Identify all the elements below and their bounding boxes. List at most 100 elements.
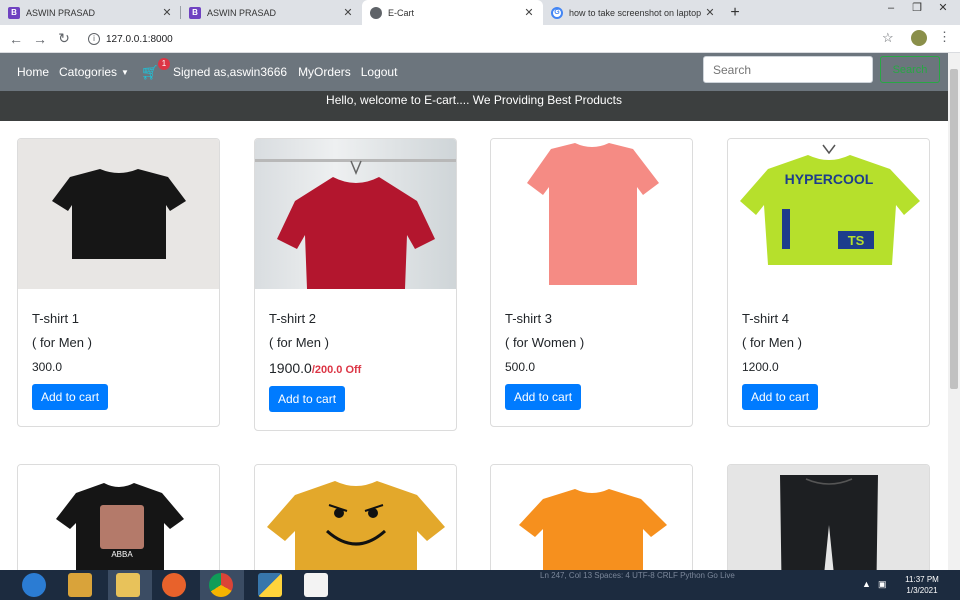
reload-icon[interactable]: ↻ [52,30,76,47]
product-name: T-shirt 4 [742,311,789,326]
tab-title: ASWIN PRASAD [26,7,96,18]
abba-print: ABBA [111,550,133,559]
tray-arrow-icon[interactable]: ▲ [862,579,871,589]
media-player-icon[interactable] [68,573,92,597]
close-icon[interactable]: ✕ [523,6,535,19]
browser-tab-4[interactable]: G how to take screenshot on laptop ✕ [543,0,724,25]
close-icon[interactable]: ✕ [704,6,716,19]
product-image: ABBA [18,465,219,570]
python-icon[interactable] [258,573,282,597]
windows-taskbar: Ln 247, Col 13 Spaces: 4 UTF-8 CRLF Pyth… [0,570,960,600]
product-image [255,465,456,570]
product-price: 1200.0 [742,360,779,374]
chrome-icon[interactable] [209,573,233,597]
notepad-icon[interactable] [304,573,328,597]
nav-categories-label: Catogories [59,65,118,79]
editor-status-bar: Ln 247, Col 13 Spaces: 4 UTF-8 CRLF Pyth… [540,571,735,580]
product-image: HYPERCOOL TS [728,139,929,289]
search-button[interactable]: Search [880,56,940,83]
product-card: ABBA [17,464,220,570]
product-image [491,465,692,570]
product-card [727,464,930,570]
product-card: T-shirt 3 ( for Women ) 500.0 Add to car… [490,138,693,427]
product-card [490,464,693,570]
search-input[interactable] [703,56,873,83]
caret-down-icon: ▼ [121,68,129,78]
profile-avatar[interactable] [911,30,927,46]
cart-count-badge: 1 [157,58,170,70]
restore-icon[interactable]: ❐ [904,0,930,20]
shopping-cart-icon: 🛒︎ [140,64,159,80]
address-bar: ← → ↻ i 127.0.0.1:8000 ☆ ⋮ [0,25,960,53]
close-icon[interactable]: ✕ [161,6,173,19]
globe-icon [370,6,382,19]
forward-icon[interactable]: → [28,31,52,47]
product-name: T-shirt 2 [269,311,316,326]
url-text: 127.0.0.1:8000 [106,33,173,45]
browser-tab-1[interactable]: B ASWIN PRASAD ✕ [0,0,181,25]
firefox-icon[interactable] [162,573,186,597]
bootstrap-icon: B [8,6,20,19]
close-icon[interactable]: ✕ [342,6,354,19]
scrollbar-thumb[interactable] [950,69,958,389]
product-card: T-shirt 1 ( for Men ) 300.0 Add to cart [17,138,220,427]
clock-date: 1/3/2021 [906,586,938,595]
url-field[interactable]: i 127.0.0.1:8000 [82,27,908,51]
product-gender: ( for Men ) [742,335,802,350]
internet-explorer-icon[interactable] [22,573,46,597]
product-name: T-shirt 3 [505,311,552,326]
nav-categories-dropdown[interactable]: Catogories ▼ [59,65,129,79]
nav-logout-link[interactable]: Logout [361,65,398,79]
product-name: T-shirt 1 [32,311,79,326]
browser-tab-2[interactable]: B ASWIN PRASAD ✕ [181,0,362,25]
product-price: 1900.0/200.0 Off [269,360,442,376]
product-gender: ( for Men ) [32,335,92,350]
product-image [491,139,692,289]
browser-tabstrip: B ASWIN PRASAD ✕ B ASWIN PRASAD ✕ E-Cart… [0,0,960,25]
clock[interactable]: 11:37 PM 1/3/2021 [900,574,944,596]
product-card [254,464,457,570]
minimize-icon[interactable]: – [878,0,904,20]
close-window-icon[interactable]: ✕ [930,0,956,20]
product-price: 500.0 [505,360,536,374]
ts-badge: TS [848,233,865,248]
clock-time: 11:37 PM [905,575,939,584]
product-card: HYPERCOOL TS T-shirt 4 ( for Men ) 1200.… [727,138,930,427]
product-card: T-shirt 2 ( for Men ) 1900.0/200.0 Off A… [254,138,457,431]
product-image [255,139,456,289]
product-image [728,465,929,570]
tab-title: how to take screenshot on laptop [569,7,702,18]
hypercool-print: HYPERCOOL [785,171,874,187]
welcome-banner: Hello, welcome to E-cart.... We Providin… [0,91,948,121]
more-menu-icon[interactable]: ⋮ [938,29,951,45]
page-scrollbar[interactable] [948,53,960,570]
product-grid: T-shirt 1 ( for Men ) 300.0 Add to cart … [0,121,948,570]
back-icon[interactable]: ← [4,31,28,47]
discount-text: /200.0 Off [311,364,362,376]
new-tab-button[interactable]: + [724,0,746,25]
bootstrap-icon: B [189,6,201,19]
add-to-cart-button[interactable]: Add to cart [32,384,109,410]
bookmark-star-icon[interactable]: ☆ [882,30,894,46]
google-icon: G [551,6,563,19]
window-controls: – ❐ ✕ [878,0,956,20]
info-icon[interactable]: i [88,33,100,45]
add-to-cart-button[interactable]: Add to cart [505,384,582,410]
file-explorer-icon[interactable] [116,573,140,597]
site-navbar: Home Catogories ▼ 🛒︎ 1 Signed as,aswin366… [0,53,948,91]
cart-button[interactable]: 🛒︎ 1 [140,58,170,80]
tab-title: ASWIN PRASAD [207,7,277,18]
add-to-cart-button[interactable]: Add to cart [742,384,819,410]
nav-home-link[interactable]: Home [17,65,49,79]
product-gender: ( for Men ) [269,335,329,350]
signed-in-user: Signed as,aswin3666 [172,65,288,79]
browser-tab-3[interactable]: E-Cart ✕ [362,0,543,25]
add-to-cart-button[interactable]: Add to cart [269,386,346,412]
tab-title: E-Cart [388,7,415,18]
product-image [18,139,219,289]
notification-icon[interactable]: ▣ [878,579,887,590]
price-value: 1900.0 [269,360,312,376]
product-price: 300.0 [32,360,63,374]
nav-myorders-link[interactable]: MyOrders [298,65,351,79]
product-gender: ( for Women ) [505,335,585,350]
